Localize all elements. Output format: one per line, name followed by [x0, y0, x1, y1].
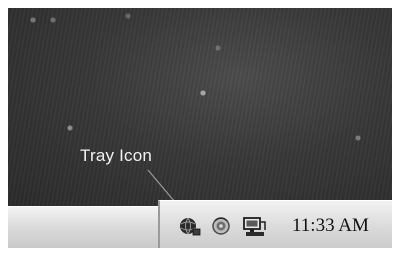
screenshot-frame: Tray Icon 11:33 AM — [8, 8, 392, 248]
taskbar-clock[interactable]: 11:33 AM — [292, 215, 369, 237]
monitor-computer-icon[interactable] — [242, 215, 266, 237]
desktop-background — [8, 8, 392, 206]
system-tray: 11:33 AM — [158, 200, 392, 248]
taskbar[interactable] — [8, 206, 158, 248]
volume-speaker-icon[interactable] — [210, 215, 232, 237]
tray-icon-callout-label: Tray Icon — [80, 146, 153, 165]
network-globe-icon[interactable] — [178, 215, 201, 237]
